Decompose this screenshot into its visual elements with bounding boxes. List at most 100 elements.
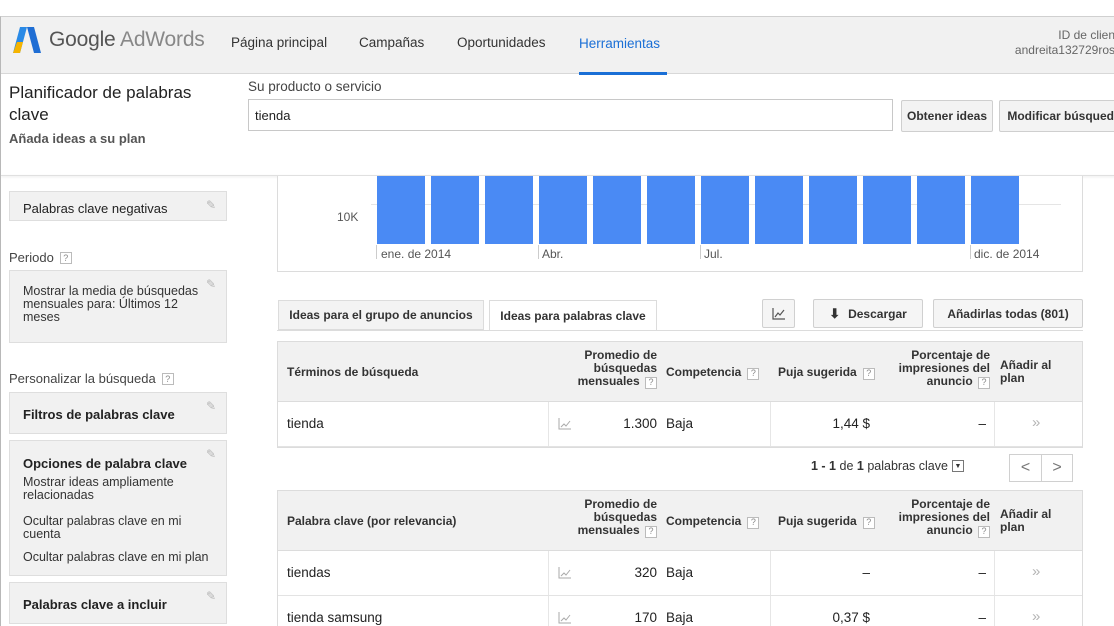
col-search-terms[interactable]: Términos de búsqueda [287, 366, 418, 379]
trend-chart-icon[interactable] [558, 417, 572, 430]
pagination-summary: 1 - 1 de 1 palabras clave ▼ [811, 459, 964, 473]
row-suggested-bid: – [862, 565, 870, 580]
chart-bar[interactable] [863, 176, 911, 244]
help-icon[interactable]: ? [978, 376, 990, 389]
cell-divider [994, 402, 995, 446]
chart-toggle-button[interactable] [762, 299, 795, 328]
help-icon[interactable]: ? [59, 251, 72, 264]
help-icon[interactable]: ? [862, 367, 875, 380]
cell-divider [770, 402, 771, 446]
page-title: Planificador de palabras clave [9, 83, 192, 124]
negative-keywords-card[interactable]: Palabras clave negativas ✎ [9, 191, 227, 221]
col-competition[interactable]: Competencia? [666, 366, 760, 380]
table-row[interactable]: tienda samsung 170 Baja 0,37 $ – » [278, 596, 1082, 626]
table-row[interactable]: tienda 1.300 Baja 1,44 $ – » [278, 402, 1082, 447]
chart-x-tick [538, 245, 539, 259]
col-impression-share[interactable]: Porcentaje de impresiones del anuncio ? [890, 349, 990, 389]
chart-bar[interactable] [647, 176, 695, 244]
help-icon[interactable]: ? [978, 525, 990, 538]
col-suggested-bid[interactable]: Puja sugerida? [778, 366, 875, 380]
pencil-icon: ✎ [206, 277, 217, 291]
pager-total: 1 [856, 459, 864, 473]
chart-bar[interactable] [809, 176, 857, 244]
help-icon[interactable]: ? [645, 376, 657, 389]
chart-bar[interactable] [701, 176, 749, 244]
row-keyword: tienda samsung [287, 610, 383, 625]
col-impression-share[interactable]: Porcentaje de impresiones del anuncio ? [890, 498, 990, 538]
nav-tools[interactable]: Herramientas [579, 36, 660, 51]
chart-bar[interactable] [431, 176, 479, 244]
product-search-input[interactable] [248, 99, 893, 131]
logo-google-text: Google [49, 28, 116, 51]
adwords-logo[interactable]: Google AdWords [13, 27, 205, 53]
col-add-to-plan: Añadir al plan [1000, 358, 1052, 385]
col-avg-searches[interactable]: Promedio de búsquedas mensuales ? [561, 349, 657, 389]
help-icon[interactable]: ? [747, 516, 760, 529]
add-to-plan-button[interactable]: » [1032, 608, 1040, 625]
add-all-button[interactable]: Añadirlas todas (801) [933, 299, 1083, 328]
logo-product-text: AdWords [120, 28, 205, 51]
bid-label: Puja sugerida [778, 365, 857, 379]
nav-opportunities[interactable]: Oportunidades [457, 35, 546, 50]
option-hide-plan: Ocultar palabras clave en mi plan [23, 550, 209, 564]
next-page-button[interactable]: > [1041, 454, 1073, 482]
chart-bar[interactable] [755, 176, 803, 244]
option-hide-account: Ocultar palabras clave en mi cuenta [23, 514, 182, 541]
help-icon[interactable]: ? [862, 516, 875, 529]
trend-chart-icon[interactable] [558, 566, 572, 579]
nav-home[interactable]: Página principal [231, 35, 327, 50]
period-card[interactable]: Mostrar la media de búsquedas mensuales … [9, 270, 227, 343]
row-suggested-bid: 1,44 $ [832, 416, 870, 431]
add-to-plan-button[interactable]: » [1032, 414, 1040, 431]
row-impression-share: – [978, 416, 986, 431]
trend-chart-icon[interactable] [558, 611, 572, 624]
chart-x-label-apr: Abr. [542, 247, 564, 261]
add-to-plan-button[interactable]: » [1032, 563, 1040, 580]
nav-active-indicator [579, 72, 667, 75]
chart-x-label-jan: ene. de 2014 [381, 247, 452, 261]
help-icon[interactable]: ? [645, 525, 657, 538]
download-button[interactable]: ⬇ Descargar [813, 299, 923, 328]
help-icon[interactable]: ? [161, 372, 174, 385]
pencil-icon: ✎ [206, 589, 217, 603]
col-competition[interactable]: Competencia? [666, 515, 760, 529]
cell-divider [548, 402, 549, 446]
col-keyword-relevance[interactable]: Palabra clave (por relevancia) [287, 515, 456, 528]
col-avg-searches[interactable]: Promedio de búsquedas mensuales ? [561, 498, 657, 538]
chart-bar[interactable] [377, 176, 425, 244]
tab-adgroup-ideas[interactable]: Ideas para el grupo de anuncios [278, 300, 484, 330]
chart-bar[interactable] [539, 176, 587, 244]
pencil-icon: ✎ [206, 447, 217, 461]
pager-of: de [839, 459, 854, 473]
keyword-options-title: Opciones de palabra clave [23, 456, 188, 471]
cell-divider [994, 551, 995, 595]
get-ideas-button[interactable]: Obtener ideas [901, 100, 993, 132]
table-header: Palabra clave (por relevancia) Promedio … [278, 491, 1082, 551]
row-impression-share: – [978, 610, 986, 625]
previous-page-button[interactable]: < [1009, 454, 1041, 482]
row-competition: Baja [666, 610, 694, 625]
negative-keywords-label: Palabras clave negativas [23, 201, 168, 216]
chart-bar[interactable] [485, 176, 533, 244]
client-id-label: ID de clien [1058, 28, 1114, 42]
impression-label: Porcentaje de impresiones del anuncio [898, 497, 990, 537]
chart-bar[interactable] [593, 176, 641, 244]
col-suggested-bid[interactable]: Puja sugerida? [778, 515, 875, 529]
period-section-label: Periodo ? [9, 250, 72, 265]
client-id-block[interactable]: ID de clien andreita132729ros [995, 28, 1114, 58]
keyword-options-card[interactable]: Opciones de palabra clave Mostrar ideas … [9, 440, 227, 576]
search-label: Su producto o servicio [248, 79, 382, 94]
tab-keyword-ideas[interactable]: Ideas para palabras clave [489, 300, 657, 331]
modify-search-button[interactable]: Modificar búsqueda [999, 100, 1114, 132]
cell-divider [770, 551, 771, 595]
chart-bar[interactable] [917, 176, 965, 244]
table-row[interactable]: tiendas 320 Baja – – » [278, 551, 1082, 596]
nav-campaigns[interactable]: Campañas [359, 35, 424, 50]
help-icon[interactable]: ? [747, 367, 760, 380]
chart-bar[interactable] [971, 176, 1019, 244]
row-competition: Baja [666, 416, 694, 431]
keywords-include-card[interactable]: Palabras clave a incluir ✎ [9, 582, 227, 624]
col-add-to-plan: Añadir al plan [1000, 507, 1052, 534]
keyword-filters-card[interactable]: Filtros de palabras clave ✎ [9, 392, 227, 434]
page-size-dropdown[interactable]: ▼ [951, 460, 964, 472]
